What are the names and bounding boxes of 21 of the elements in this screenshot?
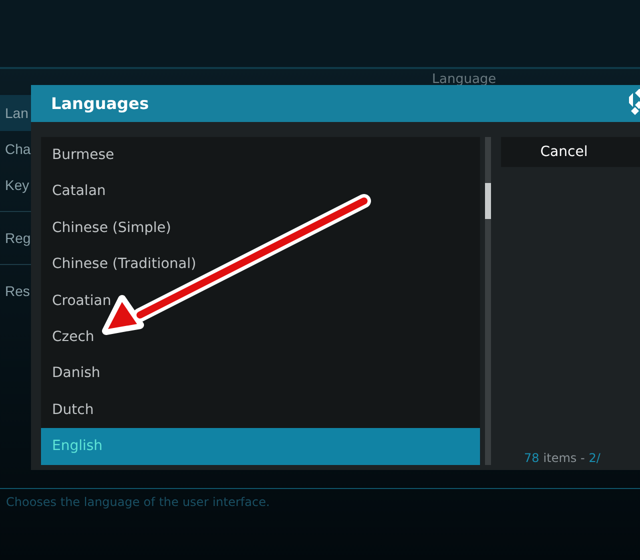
cancel-button[interactable]: Cancel bbox=[501, 137, 640, 167]
scrollbar[interactable] bbox=[485, 137, 491, 465]
description-text: Chooses the language of the user interface. bbox=[6, 495, 270, 509]
language-item[interactable]: Croatian bbox=[41, 282, 480, 319]
language-item[interactable]: Chinese (Traditional) bbox=[41, 246, 480, 283]
sidebar-item[interactable]: Reg bbox=[0, 220, 31, 256]
language-item[interactable]: Catalan bbox=[41, 173, 480, 210]
language-item[interactable]: Danish bbox=[41, 355, 480, 392]
page-indicator: 2/ bbox=[588, 451, 600, 465]
sidebar-item[interactable]: Key bbox=[0, 167, 31, 203]
language-item[interactable]: Burmese bbox=[41, 137, 480, 174]
section-label: Language bbox=[432, 72, 496, 87]
language-item[interactable]: Czech bbox=[41, 318, 480, 356]
language-item[interactable]: Chinese (Simple) bbox=[41, 210, 480, 246]
sidebar-item[interactable]: Res bbox=[0, 273, 31, 309]
language-item[interactable]: Dutch bbox=[41, 392, 480, 428]
item-count: 78 bbox=[524, 451, 540, 465]
sidebar-item[interactable]: Cha bbox=[0, 131, 31, 167]
sidebar-item[interactable]: Lan bbox=[0, 95, 31, 131]
items-label: items - bbox=[543, 451, 585, 465]
dialog-title: Languages bbox=[51, 94, 149, 113]
